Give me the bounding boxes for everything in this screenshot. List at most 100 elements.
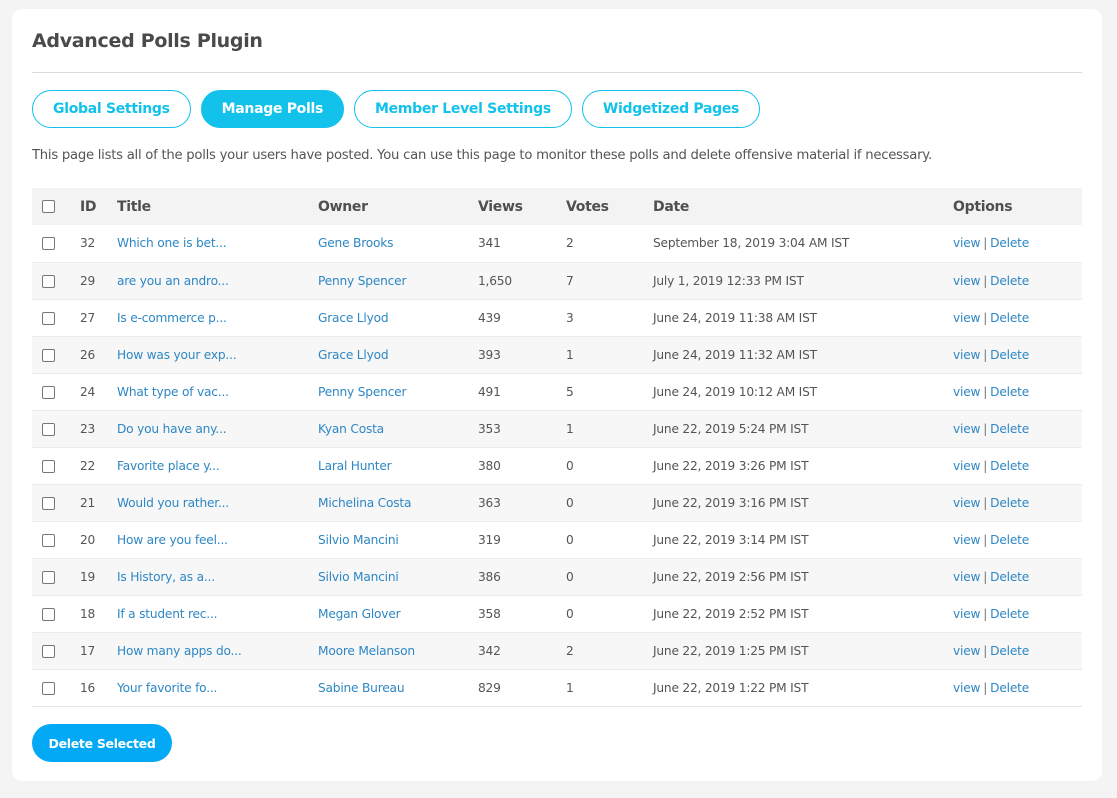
cell-id: 23: [80, 421, 96, 436]
row-checkbox[interactable]: [42, 422, 55, 436]
cell-votes: 0: [566, 532, 574, 547]
row-checkbox[interactable]: [42, 496, 55, 510]
view-link[interactable]: view: [953, 348, 980, 362]
row-checkbox[interactable]: [42, 570, 55, 584]
cell-date: June 22, 2019 2:52 PM IST: [653, 606, 809, 621]
cell-votes: 0: [566, 569, 574, 584]
owner-link[interactable]: Silvio Mancini: [318, 570, 399, 584]
options-separator: |: [983, 384, 988, 399]
poll-title-link[interactable]: Is e-commerce p...: [117, 311, 227, 325]
row-checkbox[interactable]: [42, 459, 55, 473]
delete-link[interactable]: Delete: [990, 644, 1029, 658]
cell-date: June 22, 2019 1:25 PM IST: [653, 643, 809, 658]
cell-id: 16: [80, 680, 96, 695]
view-link[interactable]: view: [953, 236, 980, 250]
view-link[interactable]: view: [953, 385, 980, 399]
options-separator: |: [983, 347, 988, 362]
owner-link[interactable]: Laral Hunter: [318, 459, 392, 473]
poll-title-link[interactable]: Your favorite fo...: [117, 681, 217, 695]
delete-link[interactable]: Delete: [990, 459, 1029, 473]
owner-link[interactable]: Grace Llyod: [318, 311, 389, 325]
owner-link[interactable]: Michelina Costa: [318, 496, 411, 510]
tab-member-level-settings[interactable]: Member Level Settings: [354, 90, 572, 128]
owner-link[interactable]: Grace Llyod: [318, 348, 389, 362]
owner-link[interactable]: Gene Brooks: [318, 236, 393, 250]
delete-link[interactable]: Delete: [990, 570, 1029, 584]
poll-title-link[interactable]: Favorite place y...: [117, 459, 220, 473]
cell-date: June 24, 2019 10:12 AM IST: [653, 384, 817, 399]
poll-title-link[interactable]: are you an andro...: [117, 274, 229, 288]
delete-link[interactable]: Delete: [990, 311, 1029, 325]
poll-title-link[interactable]: What type of vac...: [117, 385, 229, 399]
delete-link[interactable]: Delete: [990, 348, 1029, 362]
poll-title-link[interactable]: Do you have any...: [117, 422, 227, 436]
delete-link[interactable]: Delete: [990, 607, 1029, 621]
poll-title-link[interactable]: How was your exp...: [117, 348, 237, 362]
tab-global-settings[interactable]: Global Settings: [32, 90, 191, 128]
cell-views: 353: [478, 421, 501, 436]
owner-link[interactable]: Penny Spencer: [318, 274, 406, 288]
view-link[interactable]: view: [953, 459, 980, 473]
cell-views: 1,650: [478, 273, 512, 288]
view-link[interactable]: view: [953, 533, 980, 547]
delete-link[interactable]: Delete: [990, 274, 1029, 288]
view-link[interactable]: view: [953, 496, 980, 510]
delete-link[interactable]: Delete: [990, 236, 1029, 250]
view-link[interactable]: view: [953, 644, 980, 658]
owner-link[interactable]: Penny Spencer: [318, 385, 406, 399]
table-row: 22 Favorite place y... Laral Hunter 380 0 Jun…: [32, 447, 1082, 484]
select-all-checkbox[interactable]: [42, 200, 55, 213]
poll-title-link[interactable]: How many apps do...: [117, 644, 242, 658]
view-link[interactable]: view: [953, 311, 980, 325]
poll-title-link[interactable]: Is History, as a...: [117, 570, 215, 584]
poll-title-link[interactable]: Would you rather...: [117, 496, 229, 510]
header-votes: Votes: [566, 198, 609, 215]
cell-votes: 1: [566, 421, 574, 436]
poll-title-link[interactable]: If a student rec...: [117, 607, 218, 621]
cell-votes: 0: [566, 606, 574, 621]
options-separator: |: [983, 606, 988, 621]
owner-link[interactable]: Kyan Costa: [318, 422, 384, 436]
view-link[interactable]: view: [953, 422, 980, 436]
cell-votes: 1: [566, 680, 574, 695]
delete-link[interactable]: Delete: [990, 533, 1029, 547]
row-checkbox[interactable]: [42, 274, 55, 288]
row-checkbox[interactable]: [42, 644, 55, 658]
poll-title-link[interactable]: How are you feel...: [117, 533, 228, 547]
row-checkbox[interactable]: [42, 607, 55, 621]
delete-link[interactable]: Delete: [990, 496, 1029, 510]
view-link[interactable]: view: [953, 274, 980, 288]
row-checkbox[interactable]: [42, 237, 55, 251]
cell-votes: 0: [566, 495, 574, 510]
view-link[interactable]: view: [953, 681, 980, 695]
cell-id: 22: [80, 458, 96, 473]
table-row: 18 If a student rec... Megan Glover 358 0 Jun…: [32, 595, 1082, 632]
tab-widgetized-pages[interactable]: Widgetized Pages: [581, 90, 761, 128]
row-checkbox[interactable]: [42, 348, 55, 362]
owner-link[interactable]: Moore Melanson: [318, 644, 415, 658]
delete-link[interactable]: Delete: [990, 681, 1029, 695]
cell-views: 358: [478, 606, 501, 621]
row-checkbox[interactable]: [42, 385, 55, 399]
tab-manage-polls[interactable]: Manage Polls: [200, 90, 345, 128]
poll-title-link[interactable]: Which one is bet...: [117, 236, 227, 250]
main-panel: Advanced Polls Plugin Global Settings Ma…: [12, 9, 1102, 781]
owner-link[interactable]: Sabine Bureau: [318, 681, 405, 695]
cell-views: 439: [478, 310, 501, 325]
row-checkbox[interactable]: [42, 311, 55, 325]
options-separator: |: [983, 236, 988, 251]
owner-link[interactable]: Silvio Mancini: [318, 533, 399, 547]
delete-link[interactable]: Delete: [990, 422, 1029, 436]
polls-table: ID Title Owner Views Votes Date Options …: [32, 188, 1082, 707]
row-checkbox[interactable]: [42, 681, 55, 695]
options-separator: |: [983, 532, 988, 547]
cell-id: 24: [80, 384, 96, 399]
view-link[interactable]: view: [953, 570, 980, 584]
table-row: 23 Do you have any... Kyan Costa 353 1 June 2…: [32, 410, 1082, 447]
row-checkbox[interactable]: [42, 533, 55, 547]
delete-selected-button[interactable]: Delete Selected: [32, 724, 172, 762]
table-row: 19 Is History, as a... Silvio Mancini 386 0 J…: [32, 558, 1082, 595]
owner-link[interactable]: Megan Glover: [318, 607, 401, 621]
view-link[interactable]: view: [953, 607, 980, 621]
delete-link[interactable]: Delete: [990, 385, 1029, 399]
